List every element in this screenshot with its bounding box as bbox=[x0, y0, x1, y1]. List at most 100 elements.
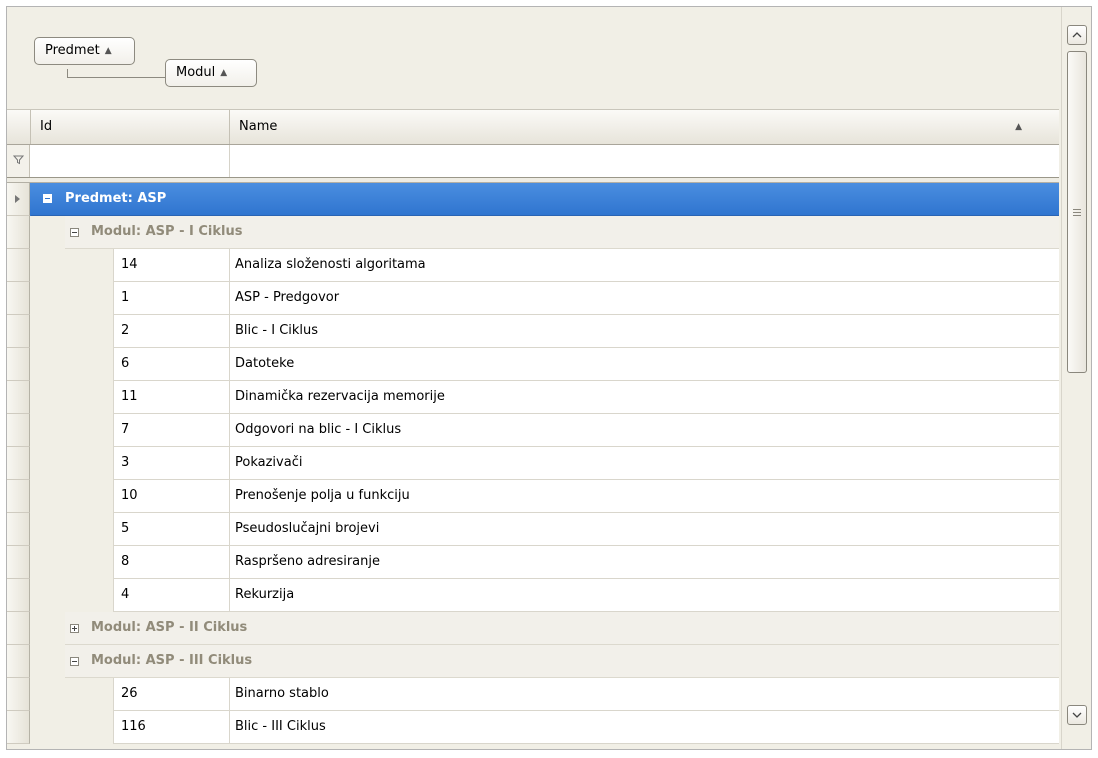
row-indicator[interactable] bbox=[7, 513, 30, 546]
cell-name[interactable]: Datoteke bbox=[235, 348, 294, 380]
cell-name[interactable]: ASP - Predgovor bbox=[235, 282, 339, 314]
table-row[interactable]: 1 ASP - Predgovor bbox=[7, 282, 1059, 315]
group-row-modul[interactable]: Modul: ASP - I Ciklus bbox=[7, 216, 1059, 249]
table-row[interactable]: 4 Rekurzija bbox=[7, 579, 1059, 612]
grip-line bbox=[1073, 215, 1081, 216]
group-chip-predmet[interactable]: Predmet ▲ bbox=[34, 37, 135, 65]
group-indent bbox=[31, 414, 113, 447]
group-indent bbox=[31, 216, 65, 249]
cell-name[interactable]: Blic - III Ciklus bbox=[235, 711, 326, 743]
row-indicator[interactable] bbox=[7, 282, 30, 315]
row-cells: 3 Pokazivači bbox=[113, 447, 1059, 480]
cell-id[interactable]: 10 bbox=[121, 480, 138, 512]
group-row-predmet[interactable]: Predmet: ASP bbox=[7, 183, 1059, 216]
row-indicator[interactable] bbox=[7, 546, 30, 579]
table-row[interactable]: 7 Odgovori na blic - I Ciklus bbox=[7, 414, 1059, 447]
row-indicator[interactable] bbox=[7, 216, 30, 249]
group-indent bbox=[31, 447, 113, 480]
cell-id[interactable]: 4 bbox=[121, 579, 129, 611]
table-row[interactable]: 8 Raspršeno adresiranje bbox=[7, 546, 1059, 579]
row-indicator[interactable] bbox=[7, 645, 30, 678]
grip-line bbox=[1073, 209, 1081, 210]
row-cells: 10 Prenošenje polja u funkciju bbox=[113, 480, 1059, 513]
filter-cell-id[interactable] bbox=[31, 145, 229, 177]
scroll-down-button[interactable] bbox=[1067, 705, 1087, 725]
cell-id[interactable]: 26 bbox=[121, 678, 138, 710]
cell-name[interactable]: Rekurzija bbox=[235, 579, 294, 611]
cell-divider bbox=[113, 711, 114, 744]
row-cells: 116 Blic - III Ciklus bbox=[113, 711, 1059, 744]
cell-name[interactable]: Pseudoslučajni brojevi bbox=[235, 513, 379, 545]
cell-name[interactable]: Blic - I Ciklus bbox=[235, 315, 318, 347]
cell-divider bbox=[113, 678, 114, 711]
column-header-name[interactable]: Name ▲ bbox=[230, 110, 1036, 144]
table-row[interactable]: 3 Pokazivači bbox=[7, 447, 1059, 480]
scroll-thumb[interactable] bbox=[1067, 51, 1087, 373]
grid-rows: Predmet: ASP Modul: ASP - I Ciklus 14 Anali… bbox=[7, 183, 1059, 744]
table-row[interactable]: 6 Datoteke bbox=[7, 348, 1059, 381]
group-row-label: Modul: ASP - II Ciklus bbox=[91, 620, 248, 635]
cell-divider bbox=[229, 480, 230, 513]
cell-id[interactable]: 1 bbox=[121, 282, 129, 314]
group-row-modul[interactable]: Modul: ASP - III Ciklus bbox=[7, 645, 1059, 678]
column-header-id[interactable]: Id bbox=[31, 110, 229, 144]
filter-cell-name[interactable] bbox=[230, 145, 1059, 177]
row-indicator[interactable] bbox=[7, 678, 30, 711]
cell-id[interactable]: 6 bbox=[121, 348, 129, 380]
cell-id[interactable]: 8 bbox=[121, 546, 129, 578]
sort-ascending-icon: ▲ bbox=[1015, 122, 1022, 132]
cell-name[interactable]: Dinamička rezervacija memorije bbox=[235, 381, 445, 413]
expand-icon[interactable] bbox=[70, 624, 79, 633]
group-row-modul[interactable]: Modul: ASP - II Ciklus bbox=[7, 612, 1059, 645]
cell-id[interactable]: 5 bbox=[121, 513, 129, 545]
cell-divider bbox=[229, 414, 230, 447]
cell-divider bbox=[113, 381, 114, 414]
cell-id[interactable]: 7 bbox=[121, 414, 129, 446]
table-row[interactable]: 10 Prenošenje polja u funkciju bbox=[7, 480, 1059, 513]
cell-id[interactable]: 14 bbox=[121, 249, 138, 281]
table-row[interactable]: 11 Dinamička rezervacija memorije bbox=[7, 381, 1059, 414]
collapse-icon[interactable] bbox=[70, 657, 79, 666]
row-indicator[interactable] bbox=[7, 414, 30, 447]
table-row[interactable]: 26 Binarno stablo bbox=[7, 678, 1059, 711]
cell-name[interactable]: Odgovori na blic - I Ciklus bbox=[235, 414, 401, 446]
collapse-icon[interactable] bbox=[70, 228, 79, 237]
cell-id[interactable]: 116 bbox=[121, 711, 146, 743]
row-indicator[interactable] bbox=[7, 447, 30, 480]
cell-id[interactable]: 2 bbox=[121, 315, 129, 347]
row-indicator[interactable] bbox=[7, 612, 30, 645]
row-indicator[interactable] bbox=[7, 579, 30, 612]
row-indicator[interactable] bbox=[7, 711, 30, 744]
filter-row-indicator bbox=[7, 145, 30, 177]
cell-name[interactable]: Binarno stablo bbox=[235, 678, 329, 710]
group-indent bbox=[31, 348, 113, 381]
collapse-icon[interactable] bbox=[43, 194, 52, 203]
group-row-label: Modul: ASP - I Ciklus bbox=[91, 224, 243, 239]
cell-name[interactable]: Pokazivači bbox=[235, 447, 302, 479]
cell-name[interactable]: Prenošenje polja u funkciju bbox=[235, 480, 410, 512]
row-indicator[interactable] bbox=[7, 381, 30, 414]
row-cells: 4 Rekurzija bbox=[113, 579, 1059, 612]
group-chip-modul[interactable]: Modul ▲ bbox=[165, 59, 257, 87]
row-cells: 7 Odgovori na blic - I Ciklus bbox=[113, 414, 1059, 447]
table-row[interactable]: 14 Analiza složenosti algoritama bbox=[7, 249, 1059, 282]
row-cells: 14 Analiza složenosti algoritama bbox=[113, 249, 1059, 282]
cell-name[interactable]: Raspršeno adresiranje bbox=[235, 546, 380, 578]
cell-name[interactable]: Analiza složenosti algoritama bbox=[235, 249, 426, 281]
table-row[interactable]: 5 Pseudoslučajni brojevi bbox=[7, 513, 1059, 546]
row-indicator[interactable] bbox=[7, 183, 30, 216]
table-row[interactable]: 2 Blic - I Ciklus bbox=[7, 315, 1059, 348]
group-indent bbox=[31, 381, 113, 414]
cell-divider bbox=[229, 282, 230, 315]
group-indent bbox=[31, 282, 113, 315]
row-indicator[interactable] bbox=[7, 249, 30, 282]
row-indicator[interactable] bbox=[7, 315, 30, 348]
cell-id[interactable]: 11 bbox=[121, 381, 138, 413]
cell-id[interactable]: 3 bbox=[121, 447, 129, 479]
filter-icon bbox=[13, 155, 24, 165]
row-indicator[interactable] bbox=[7, 480, 30, 513]
row-indicator[interactable] bbox=[7, 348, 30, 381]
scroll-up-button[interactable] bbox=[1067, 25, 1087, 45]
table-row[interactable]: 116 Blic - III Ciklus bbox=[7, 711, 1059, 744]
vertical-scrollbar[interactable] bbox=[1061, 7, 1091, 749]
